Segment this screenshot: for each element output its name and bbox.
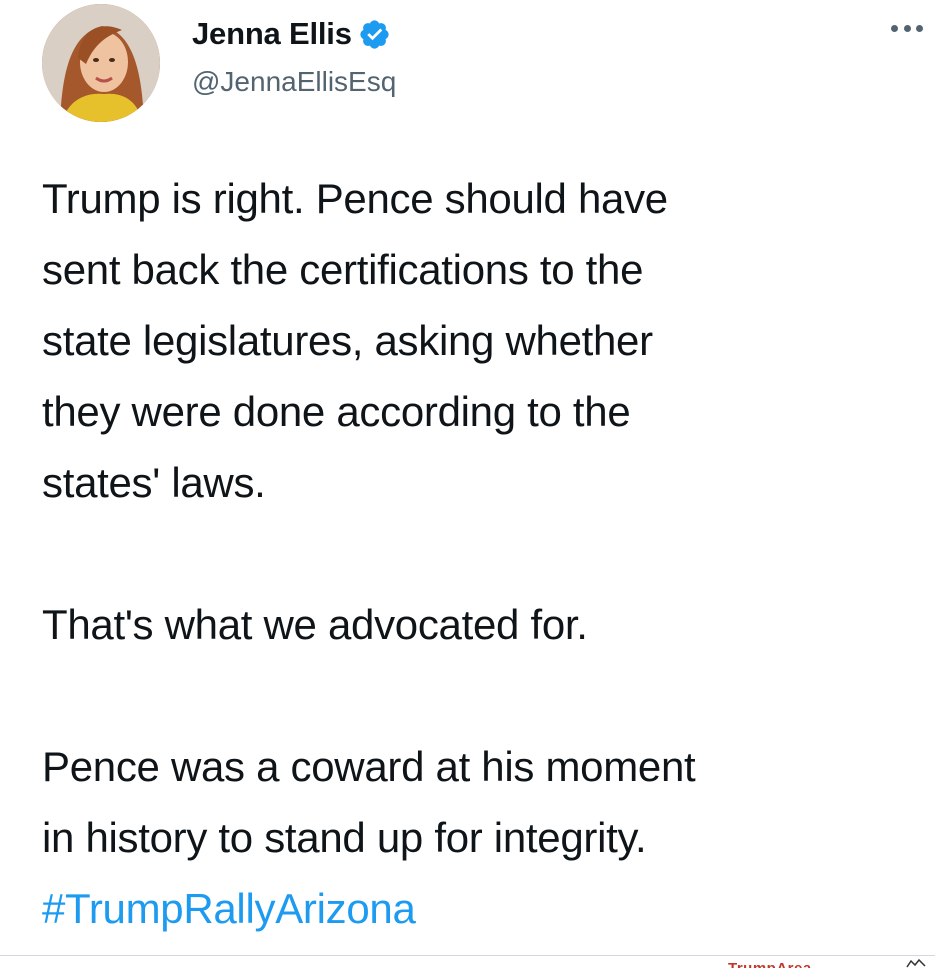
more-dot (916, 24, 923, 32)
verified-badge-icon (360, 19, 389, 49)
text-line: in history to stand up for integrity. (42, 814, 647, 861)
paragraph-2: That's what we advocated for. (42, 601, 588, 648)
avatar[interactable] (42, 4, 160, 122)
corner-logo-icon (906, 958, 926, 968)
more-options-icon[interactable] (887, 14, 927, 42)
avatar-photo (42, 4, 160, 122)
more-dot (891, 24, 898, 32)
text-line: sent back the certifications to the (42, 246, 644, 293)
tweet-card: Jenna Ellis @JennaEllisEsq Trump is righ… (0, 0, 935, 968)
name-row: Jenna Ellis (192, 14, 391, 54)
paragraph-1: Trump is right. Pence should have sent b… (42, 163, 922, 518)
display-name[interactable]: Jenna Ellis (192, 16, 352, 52)
text-line: state legislatures, asking whether (42, 317, 653, 364)
text-line: they were done according to the (42, 388, 631, 435)
watermark: TrumpArea (728, 960, 812, 968)
text-line: Trump is right. Pence should have (42, 175, 668, 222)
text-line: Pence was a coward at his moment (42, 743, 696, 790)
tweet-text: Trump is right. Pence should have sent b… (42, 163, 922, 944)
more-dot (903, 24, 911, 32)
footer-strip: TrumpArea (0, 955, 935, 968)
paragraph-3: Pence was a coward at his moment in hist… (42, 731, 922, 873)
handle[interactable]: @JennaEllisEsq (192, 66, 396, 98)
text-line: states' laws. (42, 459, 266, 506)
hashtag-link[interactable]: #TrumpRallyArizona (42, 873, 922, 944)
tweet-header: Jenna Ellis @JennaEllisEsq (40, 0, 920, 125)
